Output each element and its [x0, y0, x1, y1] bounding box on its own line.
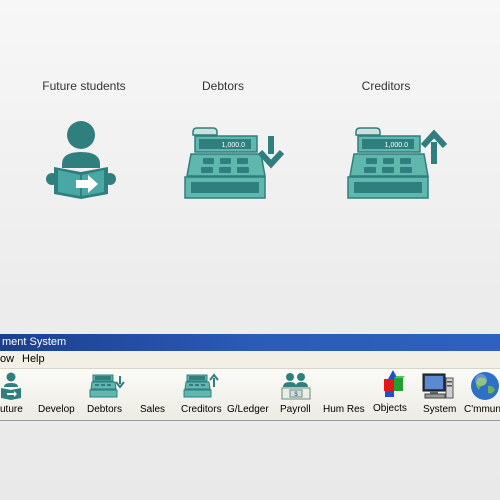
toolbar-button-gledger[interactable]: G/Ledger — [226, 369, 270, 420]
toolbar-label-humres: Hum Res — [323, 404, 365, 415]
showcase-label-creditors: Creditors — [361, 79, 411, 93]
icon-showcase: Future students Debtors Creditors 1,000.… — [0, 0, 500, 330]
reading-person-icon — [46, 121, 116, 199]
toolbar-label-future: uture — [0, 404, 23, 415]
globe-icon — [471, 372, 499, 400]
cash-register-up-icon — [183, 373, 219, 398]
toolbar-button-sales[interactable]: Sales — [134, 369, 166, 420]
menu-window[interactable]: ow — [0, 351, 14, 368]
toolbar-button-develop[interactable]: Develop — [36, 369, 78, 420]
svg-text:1,000.0: 1,000.0 — [222, 142, 245, 149]
menu-bar: ow Help — [0, 351, 500, 369]
cash-register-down-icon: 1,000.0 — [184, 127, 285, 199]
toolbar-label-debtors: Debtors — [87, 404, 123, 415]
showcase-label-debtors: Debtors — [201, 79, 245, 93]
toolbar: uture Develop Debtors Sales Creditors G/… — [0, 369, 500, 421]
toolbar-button-payroll[interactable]: $ Payroll — [278, 369, 314, 420]
reading-person-icon — [1, 372, 21, 400]
toolbar-button-debtors[interactable]: Debtors — [86, 369, 126, 420]
toolbar-button-system[interactable]: System — [418, 369, 458, 420]
payroll-people-icon: $ — [281, 373, 311, 400]
toolbar-button-objects[interactable]: Objects — [370, 369, 410, 420]
toolbar-label-creditors: Creditors — [181, 404, 222, 415]
toolbar-label-sales: Sales — [140, 404, 166, 415]
svg-text:1,000.0: 1,000.0 — [385, 142, 408, 149]
cash-register-up-icon: 1,000.0 — [347, 127, 448, 199]
toolbar-label-payroll: Payroll — [280, 404, 311, 415]
toolbar-button-creditors[interactable]: Creditors — [178, 369, 222, 420]
objects-shapes-icon — [384, 370, 405, 397]
computer-icon — [422, 373, 454, 399]
window-title: ment System — [0, 334, 500, 351]
toolbar-button-humres[interactable]: Hum Res — [320, 369, 366, 420]
menu-help[interactable]: Help — [22, 351, 45, 368]
toolbar-button-communic[interactable]: C'mmunic — [462, 369, 500, 420]
cash-register-down-icon — [89, 374, 125, 398]
toolbar-button-future[interactable]: uture — [0, 369, 30, 420]
toolbar-label-gledger: G/Ledger — [227, 404, 269, 415]
toolbar-label-communic: C'mmunic — [464, 404, 500, 415]
toolbar-label-develop: Develop — [38, 404, 75, 415]
showcase-label-future-students: Future students — [42, 79, 126, 93]
app-window: ment System ow Help uture Develop Debtor… — [0, 334, 500, 421]
toolbar-label-system: System — [423, 404, 457, 415]
toolbar-label-objects: Objects — [373, 403, 407, 414]
